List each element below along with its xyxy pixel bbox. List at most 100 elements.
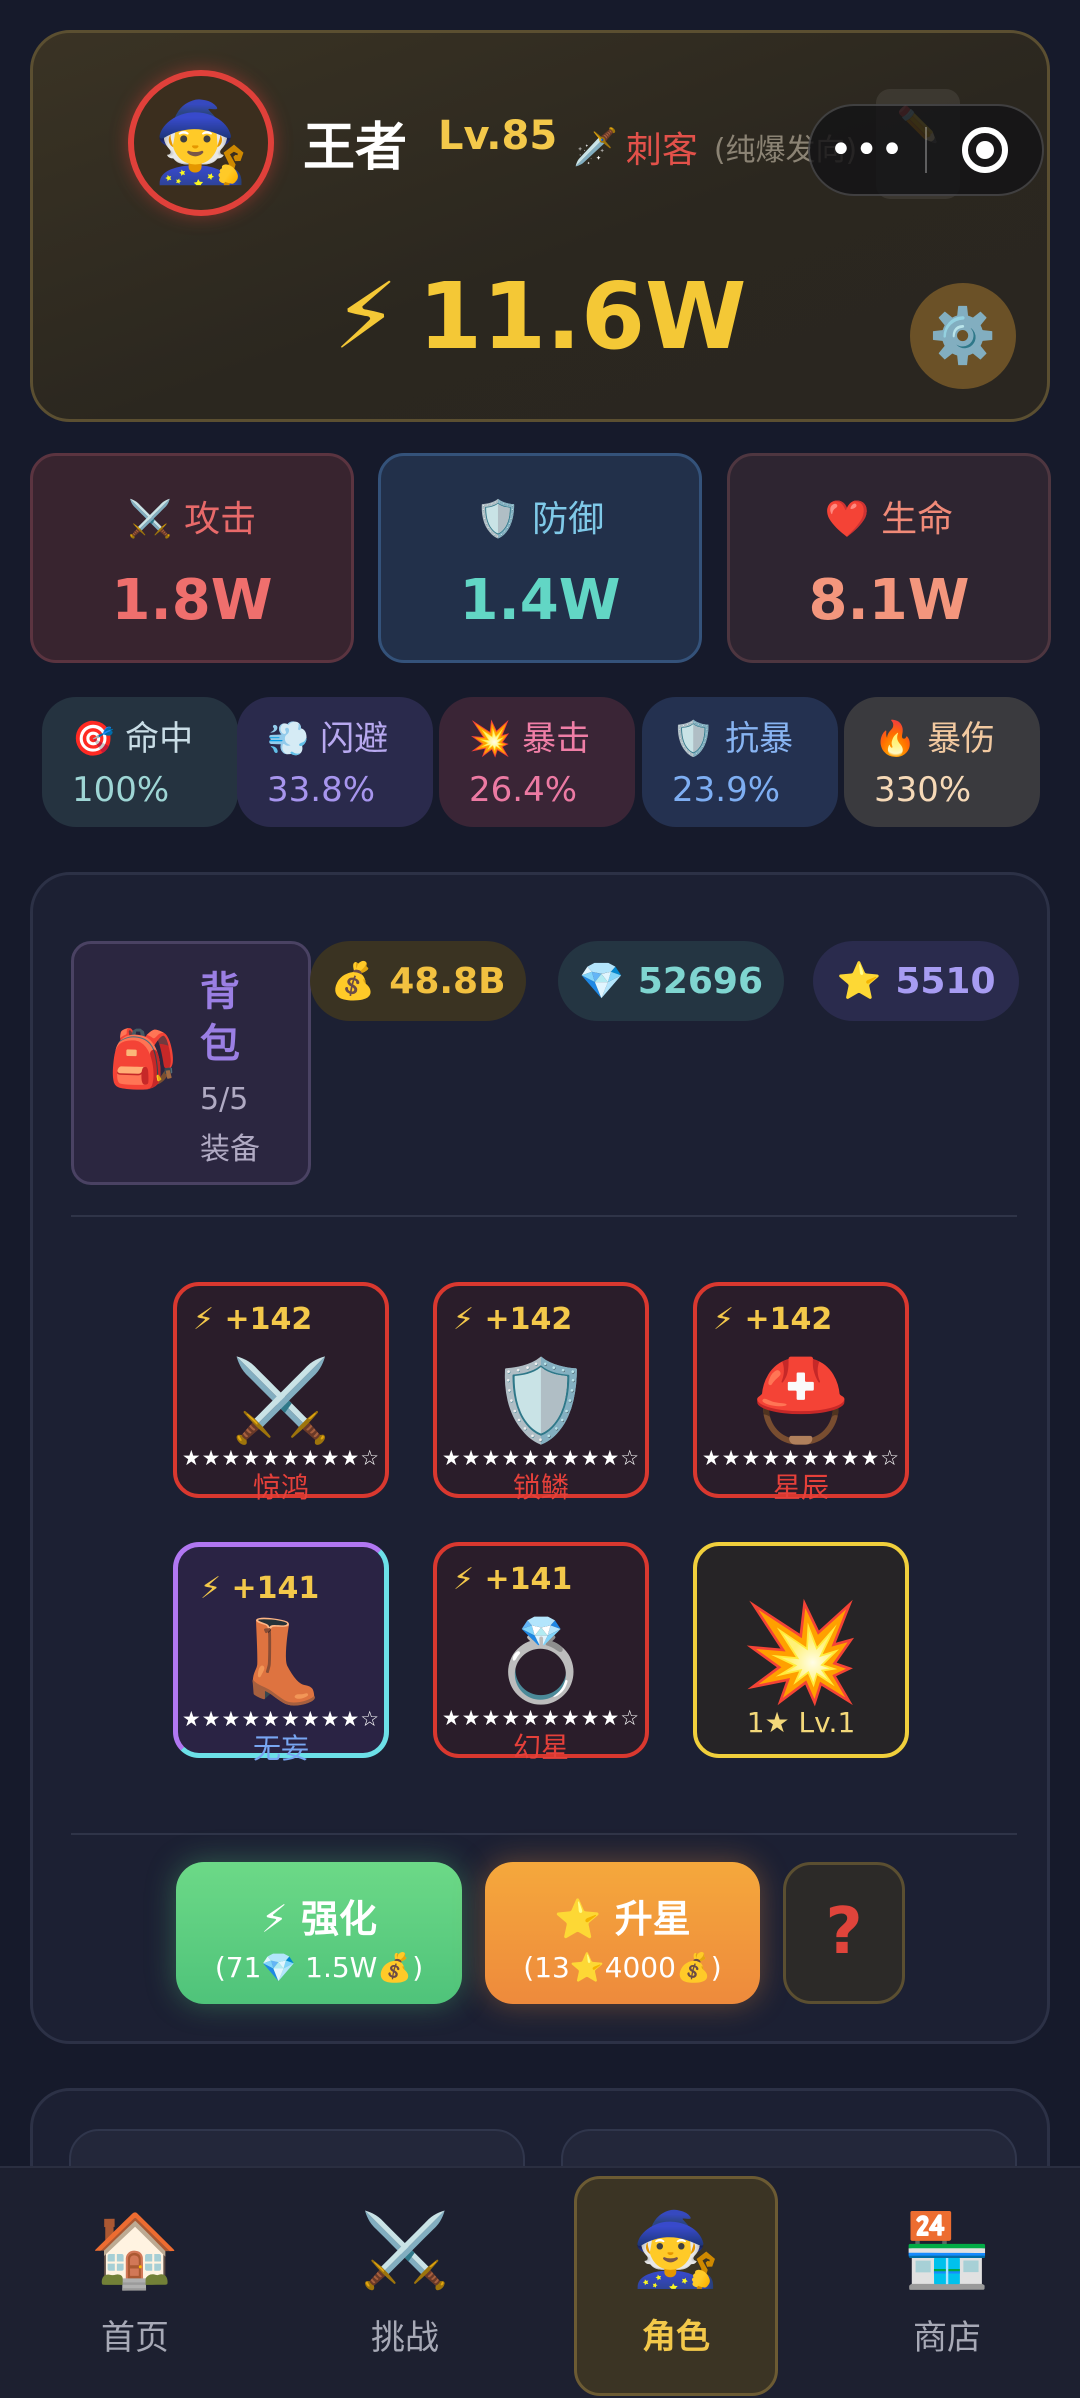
enhance-cost: (71💎 1.5W💰) [214, 1951, 424, 1984]
star-up-label: ⭐ 升星 [554, 1897, 691, 1941]
backpack-title: 背包 [200, 969, 240, 1067]
combat-power-value: 11.6W [418, 263, 747, 370]
swords-icon: ⚔️ [127, 499, 173, 540]
backpack-icon: 🎒 [108, 1027, 178, 1092]
attack-value: 1.8W [111, 568, 273, 633]
slot-level: 1★ Lv.1 [746, 1706, 856, 1739]
backpack-button[interactable]: 🎒 背包 5/5 装备 [71, 941, 311, 1185]
slot-name: 星辰 [772, 1471, 829, 1504]
tab-character[interactable]: 🧙 角色 [574, 2176, 778, 2396]
gem-icon: 💎 [578, 961, 624, 1002]
slot-power: ⚡ +142 [193, 1302, 313, 1337]
life-label: 生命 [881, 499, 954, 540]
close-mini-program-button[interactable] [927, 127, 1042, 173]
hit-stat: 🎯 命中 100% [42, 697, 238, 827]
gold-value: 48.8B [389, 960, 506, 1002]
house-icon: 🏠 [90, 2208, 180, 2292]
crit-damage-label: 暴伤 [927, 719, 996, 759]
crit-damage-stat: 🔥 暴伤 330% [844, 697, 1040, 827]
dodge-value: 33.8% [267, 770, 376, 810]
equipment-slot-armor[interactable]: ⚡ +142 🛡️ ★★★★★★★★★☆ 锁鳞 [433, 1282, 649, 1504]
profile-card: 🧙 王者 Lv.85 🗡️ 刺客 (纯爆发向) ✏️ ⚡11.6W ⚙️ [30, 30, 1050, 422]
attack-stat-card: ⚔️ 攻击 1.8W [30, 453, 354, 663]
defense-stat-card: 🛡️ 防御 1.4W [378, 453, 702, 663]
help-button[interactable]: ? [783, 1862, 905, 2004]
enhance-label: ⚡ 强化 [261, 1897, 377, 1941]
enhance-button[interactable]: ⚡ 强化 (71💎 1.5W💰) [176, 1862, 462, 2004]
slot-name: 惊鸿 [252, 1471, 309, 1504]
star-up-cost: (13⭐4000💰) [523, 1951, 722, 1984]
money-bag-icon: 💰 [330, 961, 376, 1002]
backpack-count: 5/5 [200, 1082, 249, 1117]
helmet-icon: ⛑️ [751, 1354, 851, 1447]
player-level: Lv.85 [438, 113, 558, 159]
tab-label: 角色 [642, 2317, 710, 2357]
equipment-slot-boots[interactable]: ⚡ +141 👢 ★★★★★★★★★☆ 无妄 [173, 1542, 389, 1765]
ring-icon: 💍 [491, 1614, 591, 1707]
life-value: 8.1W [808, 568, 970, 633]
defense-value: 1.4W [459, 568, 621, 633]
defense-label: 防御 [532, 499, 605, 540]
gem-balance: 💎 52696 [558, 941, 784, 1021]
crit-resist-value: 23.9% [672, 770, 781, 810]
life-stat-card: ❤️ 生命 8.1W [727, 453, 1051, 663]
tab-home[interactable]: 🏠 首页 [50, 2208, 220, 2359]
shield-icon: 🛡️ [475, 499, 521, 540]
question-icon: ? [825, 1895, 863, 1969]
swords-icon: ⚔️ [360, 2208, 450, 2292]
avatar[interactable]: 🧙 [128, 70, 274, 216]
mage-icon: 🧙 [631, 2207, 721, 2291]
equipment-slot-helmet[interactable]: ⚡ +142 ⛑️ ★★★★★★★★★☆ 星辰 [693, 1282, 909, 1504]
hit-label: 命中 [125, 719, 194, 759]
crit-label: 暴击 [522, 719, 591, 759]
backpack-unit: 装备 [200, 1132, 260, 1167]
tab-challenge[interactable]: ⚔️ 挑战 [320, 2208, 490, 2359]
store-icon: 🏪 [902, 2208, 992, 2292]
star-icon: ⭐ [836, 961, 882, 1002]
class-name: 刺客 [625, 130, 698, 171]
target-hit-icon: 🎯 [72, 719, 115, 759]
equipment-slot-skill[interactable]: 💥 1★ Lv.1 [693, 1542, 909, 1758]
slot-name: 幻星 [512, 1731, 569, 1764]
more-menu-button[interactable]: ••• [810, 127, 925, 173]
crit-resist-label: 抗暴 [725, 719, 794, 759]
star-up-button[interactable]: ⭐ 升星 (13⭐4000💰) [485, 1862, 760, 2004]
tab-label: 挑战 [371, 2318, 439, 2358]
combat-power: ⚡ 11.6W [33, 263, 1047, 370]
crit-resist-stat: 🛡️ 抗暴 23.9% [642, 697, 838, 827]
crit-damage-value: 330% [874, 770, 972, 810]
explosion-icon: 💥 [741, 1596, 861, 1708]
attack-label: 攻击 [184, 499, 257, 540]
dodge-stat: 💨 闪避 33.8% [237, 697, 433, 827]
equipment-slot-weapon[interactable]: ⚡ +142 ⚔️ ★★★★★★★★★☆ 惊鸿 [173, 1282, 389, 1504]
settings-button[interactable]: ⚙️ [910, 283, 1016, 389]
hit-value: 100% [72, 770, 170, 810]
divider [71, 1215, 1017, 1217]
star-value: 5510 [895, 960, 996, 1002]
heart-icon: ❤️ [824, 499, 870, 540]
sword-icon: ⚔️ [231, 1354, 331, 1447]
mini-program-capsule: ••• [808, 104, 1044, 196]
equipment-slot-ring[interactable]: ⚡ +141 💍 ★★★★★★★★★☆ 幻星 [433, 1542, 649, 1764]
lightning-icon: ⚡ [333, 263, 399, 370]
gold-balance: 💰 48.8B [310, 941, 526, 1021]
star-balance: ⭐ 5510 [813, 941, 1019, 1021]
shield-icon: 🛡️ [491, 1354, 591, 1447]
explosion-icon: 💥 [469, 719, 512, 759]
boot-icon: 👢 [231, 1615, 331, 1708]
bottom-tab-bar: 🏠 首页 ⚔️ 挑战 🧙 角色 🏪 商店 [0, 2166, 1080, 2398]
tab-label: 商店 [913, 2318, 981, 2358]
dagger-icon: 🗡️ [573, 127, 618, 168]
gem-value: 52696 [637, 960, 764, 1002]
tab-label: 首页 [101, 2318, 169, 2358]
dodge-label: 闪避 [320, 719, 389, 759]
slot-name: 锁鳞 [512, 1471, 569, 1504]
player-name: 王者 [303, 118, 408, 178]
tab-shop[interactable]: 🏪 商店 [862, 2208, 1032, 2359]
slot-power: ⚡ +142 [713, 1302, 833, 1337]
shield-icon: 🛡️ [672, 719, 715, 759]
slot-power: ⚡ +141 [200, 1571, 320, 1606]
fire-icon: 🔥 [874, 719, 917, 759]
slot-name: 无妄 [252, 1732, 309, 1765]
slot-power: ⚡ +141 [453, 1562, 573, 1597]
